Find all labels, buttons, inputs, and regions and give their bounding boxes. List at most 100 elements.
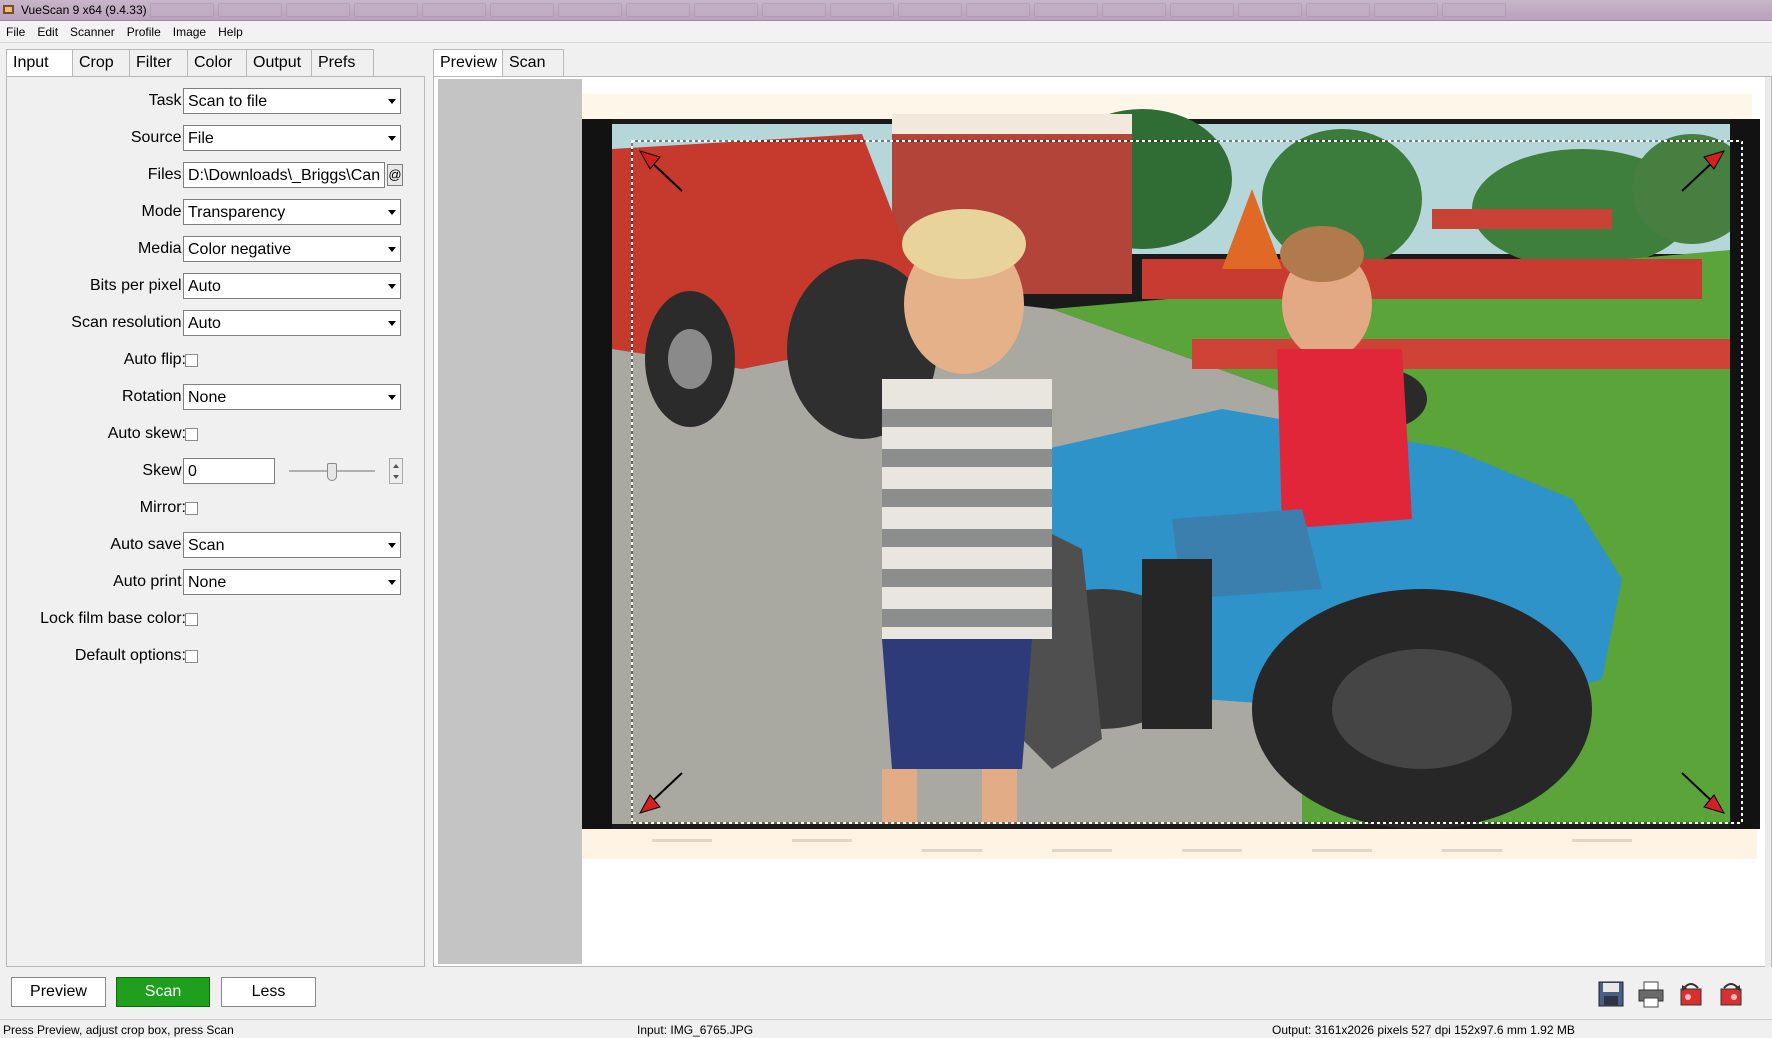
rotation-value: None	[188, 389, 227, 406]
tab-preview[interactable]: Preview	[433, 49, 503, 78]
dropdown-arrow-icon	[388, 247, 396, 252]
task-dropdown[interactable]: Scan to file	[183, 88, 401, 114]
mirror-row: Mirror:	[7, 494, 426, 522]
skew-row: Skew: 0	[7, 457, 426, 485]
tab-prefs[interactable]: Prefs	[311, 49, 374, 76]
scan-button[interactable]: Scan	[116, 977, 210, 1007]
spin-up-icon[interactable]	[393, 464, 399, 468]
rotate-left-icon[interactable]	[1676, 979, 1706, 1009]
bits-per-pixel-dropdown[interactable]: Auto	[183, 273, 401, 299]
auto-flip-row: Auto flip:	[7, 346, 426, 374]
source-row: Source: File	[7, 124, 426, 152]
media-value: Color negative	[188, 241, 292, 258]
default-options-label: Default options:	[74, 647, 186, 664]
auto-save-dropdown[interactable]: Scan	[183, 532, 401, 558]
task-value: Scan to file	[188, 93, 268, 110]
preview-scrollbar[interactable]	[1765, 77, 1771, 968]
preview-area[interactable]	[433, 76, 1772, 968]
less-button[interactable]: Less	[221, 977, 316, 1007]
mode-dropdown[interactable]: Transparency	[183, 199, 401, 225]
dropdown-arrow-icon	[388, 321, 396, 326]
spin-down-icon[interactable]	[393, 475, 399, 479]
media-label: Media:	[137, 240, 186, 257]
scan-resolution-label: Scan resolution:	[71, 314, 186, 331]
skew-field[interactable]: 0	[183, 458, 275, 484]
menu-file[interactable]: File	[6, 25, 25, 39]
tab-output[interactable]: Output	[246, 49, 312, 76]
dropdown-arrow-icon	[388, 210, 396, 215]
scan-resolution-value: Auto	[188, 315, 221, 332]
files-field[interactable]: D:\Downloads\_Briggs\Can	[183, 162, 385, 188]
options-tabs: Input Crop Filter Color Output Prefs	[6, 49, 374, 78]
menu-profile[interactable]: Profile	[127, 25, 161, 39]
menu-edit[interactable]: Edit	[37, 25, 58, 39]
auto-save-row: Auto save: Scan	[7, 531, 426, 559]
action-bar: Preview Scan Less	[0, 967, 1772, 1019]
mode-value: Transparency	[188, 204, 286, 221]
media-dropdown[interactable]: Color negative	[183, 236, 401, 262]
scanned-photo-preview[interactable]	[582, 79, 1767, 964]
files-browse-button[interactable]: @	[387, 164, 403, 186]
auto-save-value: Scan	[188, 537, 225, 554]
auto-skew-row: Auto skew:	[7, 420, 426, 448]
dropdown-arrow-icon	[388, 136, 396, 141]
auto-skew-label: Auto skew:	[107, 425, 186, 442]
lock-film-base-color-checkbox[interactable]	[185, 613, 198, 626]
tab-scan[interactable]: Scan	[502, 49, 564, 76]
auto-save-label: Auto save:	[110, 536, 186, 553]
menu-image[interactable]: Image	[173, 25, 206, 39]
default-options-row: Default options:	[7, 642, 426, 670]
view-tabs: Preview Scan	[433, 49, 564, 78]
auto-print-dropdown[interactable]: None	[183, 569, 401, 595]
preview-button[interactable]: Preview	[11, 977, 106, 1007]
print-icon[interactable]	[1636, 979, 1666, 1009]
mirror-label: Mirror:	[139, 499, 186, 516]
auto-print-value: None	[188, 574, 227, 591]
scan-resolution-row: Scan resolution: Auto	[7, 309, 426, 337]
task-row: Task: Scan to file	[7, 87, 426, 115]
bits-per-pixel-value: Auto	[188, 278, 221, 295]
mode-row: Mode: Transparency	[7, 198, 426, 226]
lock-film-base-color-label: Lock film base color:	[40, 610, 186, 627]
rotation-label: Rotation:	[121, 388, 186, 405]
mirror-checkbox[interactable]	[185, 502, 198, 515]
skew-slider-thumb[interactable]	[327, 463, 337, 481]
vuescan-app-icon	[3, 5, 14, 14]
dropdown-arrow-icon	[388, 580, 396, 585]
rotate-right-icon[interactable]	[1716, 979, 1746, 1009]
menu-help[interactable]: Help	[218, 25, 243, 39]
status-input-file: Input: IMG_6765.JPG	[637, 1023, 754, 1037]
save-icon[interactable]	[1596, 979, 1626, 1009]
tab-crop[interactable]: Crop	[72, 49, 130, 76]
default-options-checkbox[interactable]	[185, 650, 198, 663]
tab-filter[interactable]: Filter	[129, 49, 188, 76]
skew-spinner[interactable]	[389, 458, 403, 484]
task-label: Task:	[148, 92, 186, 109]
source-label: Source:	[130, 129, 186, 146]
window-title: VueScan 9 x64 (9.4.33)	[21, 3, 147, 17]
tab-color[interactable]: Color	[187, 49, 247, 76]
skew-label: Skew:	[142, 462, 186, 479]
media-row: Media: Color negative	[7, 235, 426, 263]
auto-flip-label: Auto flip:	[123, 351, 186, 368]
background-taskbar	[150, 3, 1772, 19]
auto-skew-checkbox[interactable]	[185, 428, 198, 441]
auto-print-row: Auto print: None	[7, 568, 426, 596]
source-value: File	[188, 130, 214, 147]
status-hint: Press Preview, adjust crop box, press Sc…	[3, 1023, 234, 1037]
mode-label: Mode:	[141, 203, 186, 220]
menu-scanner[interactable]: Scanner	[70, 25, 115, 39]
rotation-dropdown[interactable]: None	[183, 384, 401, 410]
title-bar: VueScan 9 x64 (9.4.33)	[0, 0, 1772, 21]
auto-flip-checkbox[interactable]	[185, 354, 198, 367]
scan-resolution-dropdown[interactable]: Auto	[183, 310, 401, 336]
auto-print-label: Auto print:	[113, 573, 186, 590]
bits-per-pixel-row: Bits per pixel: Auto	[7, 272, 426, 300]
files-row: Files: D:\Downloads\_Briggs\Can @	[7, 161, 426, 189]
lock-film-base-color-row: Lock film base color:	[7, 605, 426, 633]
status-bar: Press Preview, adjust crop box, press Sc…	[0, 1019, 1772, 1038]
dropdown-arrow-icon	[388, 543, 396, 548]
tab-input[interactable]: Input	[6, 49, 73, 78]
dropdown-arrow-icon	[388, 284, 396, 289]
source-dropdown[interactable]: File	[183, 125, 401, 151]
